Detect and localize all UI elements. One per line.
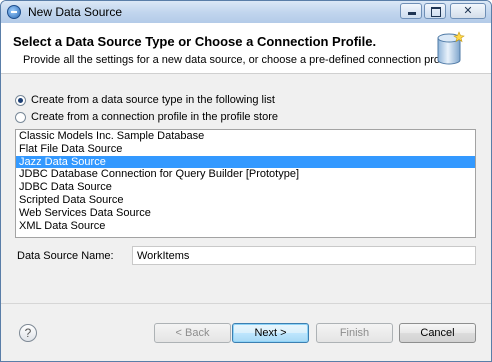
minimize-button[interactable] (400, 3, 422, 19)
list-item[interactable]: JDBC Database Connection for Query Build… (16, 168, 475, 181)
finish-button[interactable]: Finish (316, 323, 393, 343)
radio-label-type: Create from a data source type in the fo… (31, 94, 275, 106)
radio-button-checked[interactable] (15, 94, 26, 106)
data-source-name-input[interactable] (132, 246, 476, 265)
close-icon: ✕ (463, 5, 473, 17)
list-item[interactable]: XML Data Source (16, 220, 475, 233)
radio-create-from-profile[interactable]: Create from a connection profile in the … (15, 110, 278, 124)
footer-divider (1, 303, 491, 304)
back-button[interactable]: < Back (154, 323, 231, 343)
list-item[interactable]: Web Services Data Source (16, 207, 475, 220)
help-button[interactable]: ? (19, 324, 37, 342)
window-title: New Data Source (28, 5, 123, 19)
page-description: Provide all the settings for a new data … (23, 54, 458, 66)
database-icon (437, 31, 465, 65)
data-source-type-list[interactable]: Classic Models Inc. Sample Database Flat… (15, 129, 476, 238)
list-item[interactable]: JDBC Data Source (16, 181, 475, 194)
radio-create-from-type[interactable]: Create from a data source type in the fo… (15, 93, 275, 107)
list-item-selected[interactable]: Jazz Data Source (16, 155, 475, 169)
page-title: Select a Data Source Type or Choose a Co… (13, 34, 377, 49)
maximize-button[interactable] (424, 3, 446, 19)
data-source-name-label: Data Source Name: (17, 250, 114, 262)
maximize-icon (431, 7, 441, 17)
next-button[interactable]: Next > (232, 323, 309, 343)
list-item[interactable]: Scripted Data Source (16, 194, 475, 207)
cancel-button[interactable]: Cancel (399, 323, 476, 343)
title-bar[interactable]: New Data Source ✕ (1, 1, 491, 23)
app-icon (7, 5, 21, 19)
radio-label-profile: Create from a connection profile in the … (31, 111, 279, 123)
wizard-header: Select a Data Source Type or Choose a Co… (1, 23, 491, 74)
dialog-window: New Data Source ✕ Select a Data Source T… (0, 0, 492, 362)
minimize-icon (408, 12, 416, 15)
list-item[interactable]: Classic Models Inc. Sample Database (16, 130, 475, 143)
list-item[interactable]: Flat File Data Source (16, 143, 475, 156)
close-button[interactable]: ✕ (450, 3, 486, 19)
radio-button-unchecked[interactable] (15, 111, 26, 123)
